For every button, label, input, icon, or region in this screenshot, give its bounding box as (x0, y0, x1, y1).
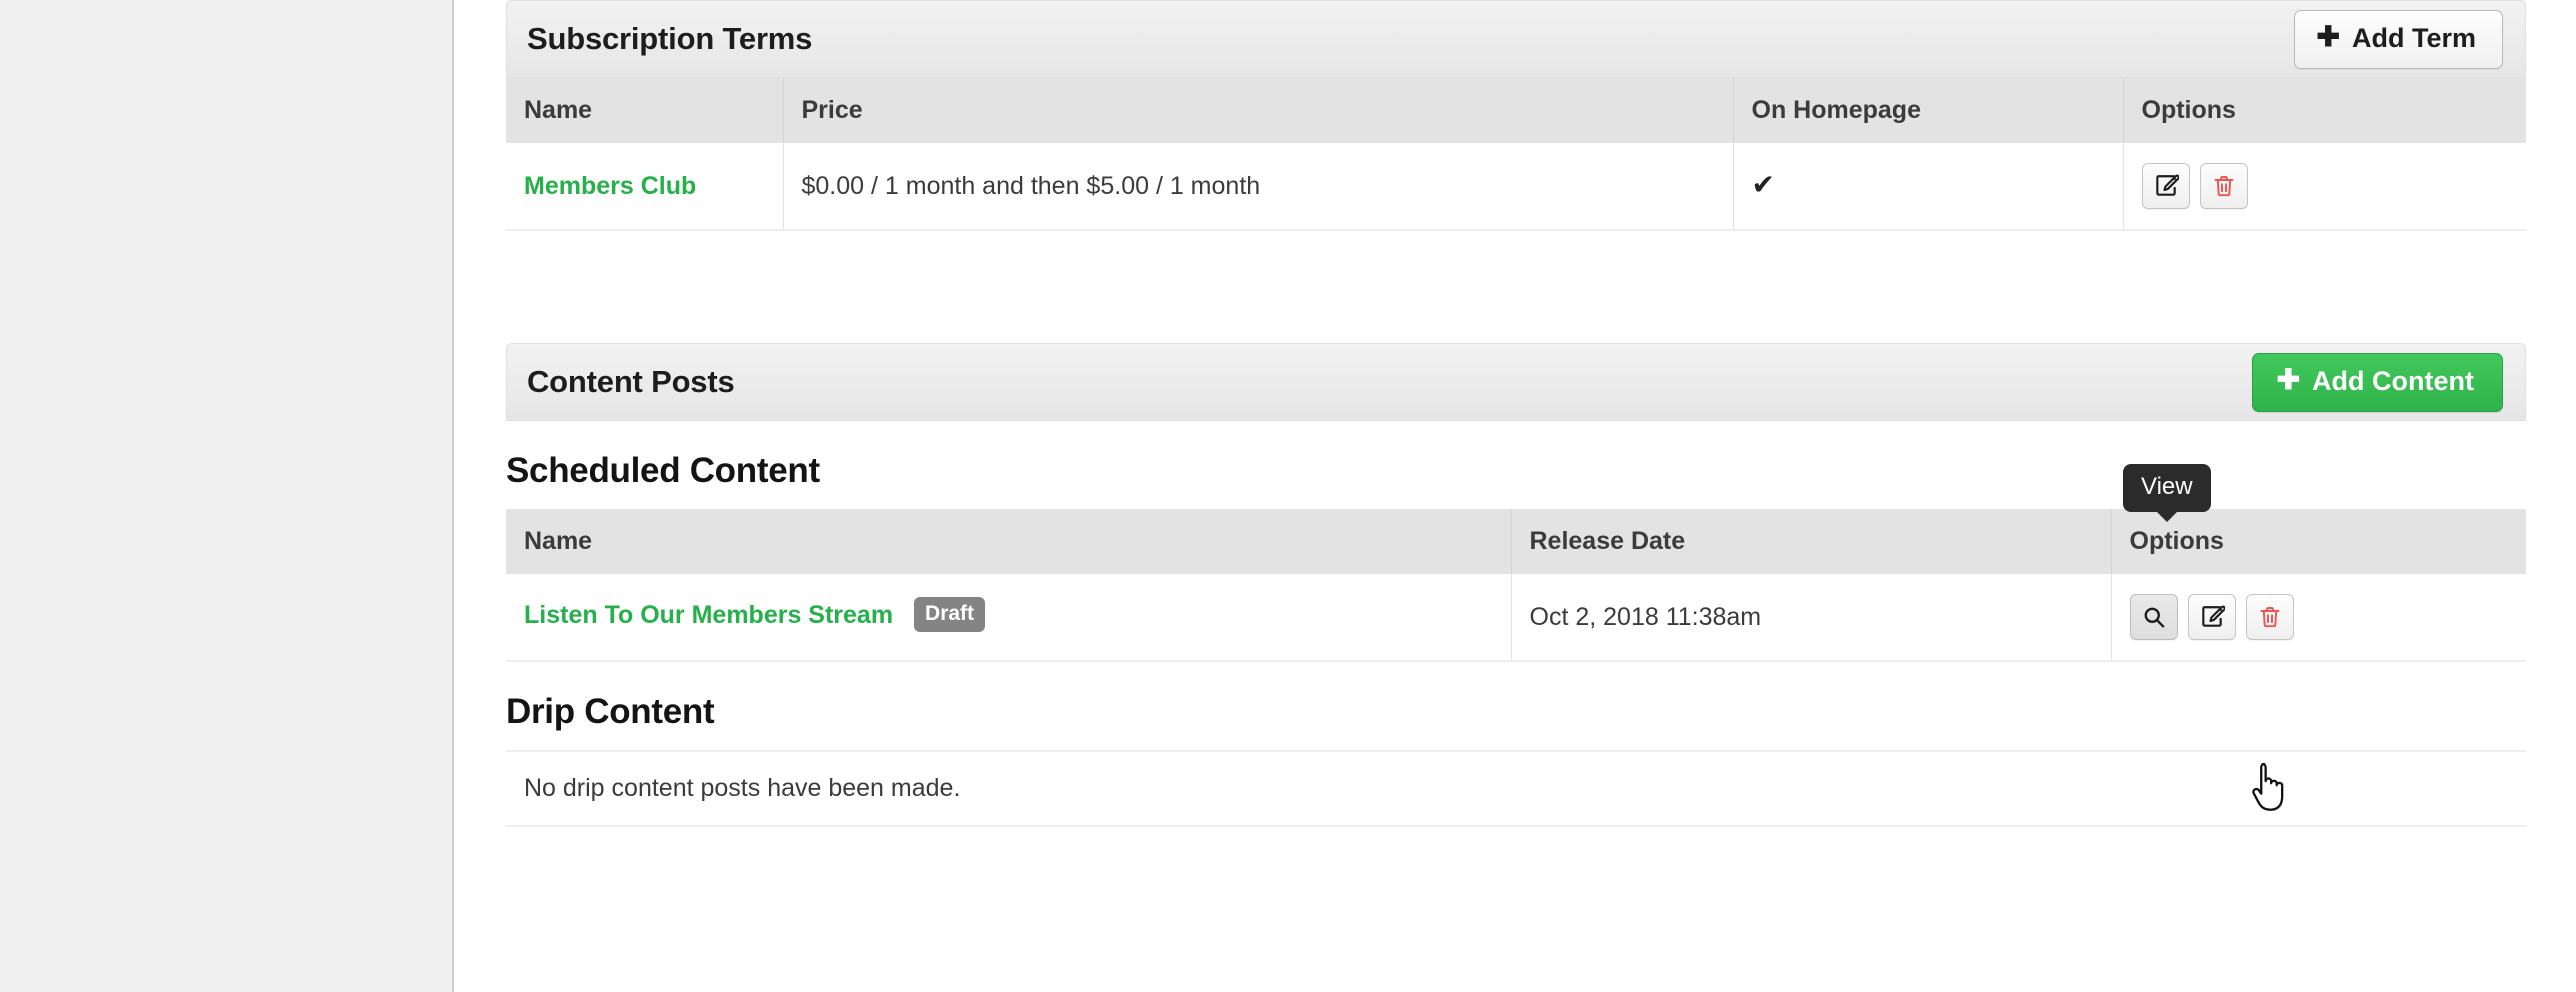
scheduled-content-thead: Name Release Date Options (506, 509, 2526, 574)
delete-term-button[interactable] (2200, 163, 2248, 209)
cell-price: $0.00 / 1 month and then $5.00 / 1 month (783, 143, 1733, 230)
column-header-release-date: Release Date (1511, 509, 2111, 574)
scheduled-content-table: Name Release Date Options Listen To Our … (506, 509, 2526, 662)
column-header-options: Options (2123, 78, 2526, 143)
content-name-link[interactable]: Listen To Our Members Stream (524, 601, 893, 629)
cell-release-date: Oct 2, 2018 11:38am (1511, 574, 2111, 661)
term-name-link[interactable]: Members Club (524, 172, 696, 200)
table-header-row: Name Release Date Options (506, 509, 2526, 574)
subscription-terms-title: Subscription Terms (527, 21, 812, 57)
search-icon (2141, 604, 2167, 630)
subscription-terms-panel: Subscription Terms ✚ Add Term (506, 0, 2526, 231)
add-content-button-label: Add Content (2312, 366, 2474, 397)
column-header-name: Name (506, 509, 1511, 574)
content-posts-panel: Content Posts ✚ Add Content Scheduled Co… (506, 343, 2526, 827)
cell-options (2123, 143, 2526, 230)
drip-content-heading: Drip Content (506, 692, 2526, 732)
view-tooltip-label: View (2141, 473, 2193, 500)
trash-icon (2258, 604, 2282, 630)
section-spacer (506, 231, 2526, 343)
scheduled-content-heading: Scheduled Content (506, 451, 2526, 491)
table-header-row: Name Price On Homepage Options (506, 78, 2526, 143)
trash-icon (2212, 173, 2236, 199)
content-inner: Subscription Terms ✚ Add Term (506, 0, 2526, 827)
add-content-button[interactable]: ✚ Add Content (2252, 353, 2503, 412)
add-term-button[interactable]: ✚ Add Term (2294, 10, 2503, 69)
page-root: Subscription Terms ✚ Add Term (0, 0, 2576, 992)
cell-on-homepage: ✔ (1733, 143, 2123, 230)
checkmark-icon: ✔ (1752, 169, 1775, 200)
drip-content-empty-message: No drip content posts have been made. (506, 750, 2526, 827)
content-options-group (2130, 594, 2527, 640)
plus-icon: ✚ (2277, 366, 2300, 394)
content-area: Subscription Terms ✚ Add Term (454, 0, 2576, 992)
cell-name: Listen To Our Members Stream Draft (506, 574, 1511, 661)
view-tooltip: View (2123, 464, 2211, 512)
content-posts-title: Content Posts (527, 364, 735, 400)
view-content-button[interactable] (2130, 594, 2178, 640)
delete-content-button[interactable] (2246, 594, 2294, 640)
subscription-terms-tbody: Members Club $0.00 / 1 month and then $5… (506, 143, 2526, 230)
add-term-button-label: Add Term (2352, 23, 2476, 54)
cell-name: Members Club (506, 143, 783, 230)
cell-options (2111, 574, 2526, 661)
table-row: Members Club $0.00 / 1 month and then $5… (506, 143, 2526, 230)
sidebar (0, 0, 454, 992)
edit-icon (2199, 604, 2225, 630)
table-row: Listen To Our Members Stream Draft Oct 2… (506, 574, 2526, 661)
edit-content-button[interactable] (2188, 594, 2236, 640)
subscription-terms-table: Name Price On Homepage Options Members C… (506, 78, 2526, 231)
subscription-terms-table-wrap: Name Price On Homepage Options Members C… (506, 78, 2526, 231)
plus-icon: ✚ (2317, 23, 2340, 51)
column-header-on-homepage: On Homepage (1733, 78, 2123, 143)
subscription-terms-thead: Name Price On Homepage Options (506, 78, 2526, 143)
scheduled-content-tbody: Listen To Our Members Stream Draft Oct 2… (506, 574, 2526, 661)
status-badge: Draft (914, 597, 985, 632)
column-header-price: Price (783, 78, 1733, 143)
edit-icon (2153, 173, 2179, 199)
subscription-terms-header: Subscription Terms ✚ Add Term (506, 0, 2526, 78)
edit-term-button[interactable] (2142, 163, 2190, 209)
column-header-name: Name (506, 78, 783, 143)
scheduled-content-table-wrap: Name Release Date Options Listen To Our … (506, 509, 2526, 662)
content-posts-header: Content Posts ✚ Add Content (506, 343, 2526, 421)
term-options-group (2142, 163, 2527, 209)
